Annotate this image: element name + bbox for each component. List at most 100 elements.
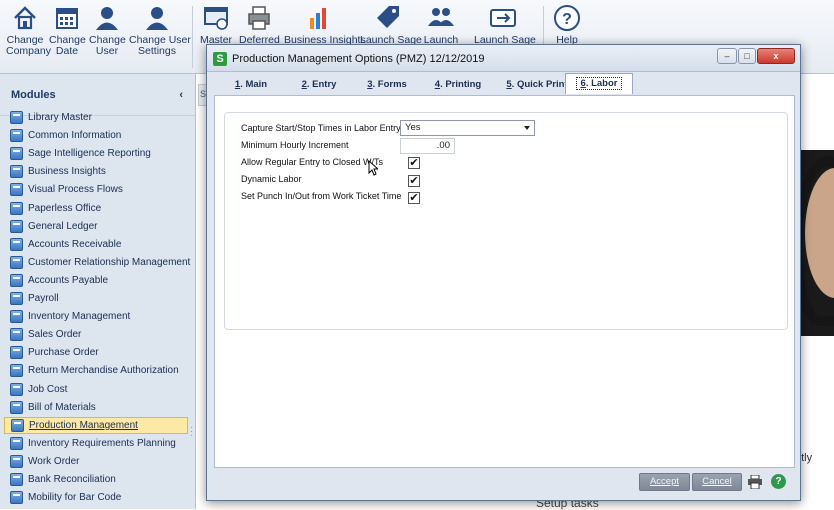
sidebar-item-label: Visual Process Flows [28,184,123,196]
help-button[interactable]: ? Help [551,4,583,46]
change-date-button[interactable]: Change Date [49,4,86,57]
sidebar-item-visual-process-flows[interactable]: Visual Process Flows [4,181,188,198]
tab-labor[interactable]: 6. Labor [565,73,633,94]
maximize-button[interactable]: □ [738,48,756,64]
module-icon [10,473,23,486]
sidebar-item-sage-intelligence-reporting[interactable]: Sage Intelligence Reporting [4,145,188,162]
module-icon [10,364,23,378]
accept-button[interactable]: Accept [639,473,690,491]
mouse-cursor-icon [368,159,380,179]
help-icon: ? [553,4,581,32]
sidebar-item-label: Accounts Payable [28,274,109,286]
sidebar-item-mobility-for-bar-code[interactable]: Mobility for Bar Code [4,489,188,506]
change-user-label-2: User [95,45,119,57]
production-management-options-dialog: S Production Management Options (PMZ) 12… [206,44,801,501]
print-icon[interactable] [747,474,763,490]
sidebar-item-accounts-payable[interactable]: Accounts Payable [4,272,188,289]
module-icon [10,382,23,396]
capture-times-value: Yes [405,122,421,133]
svg-text:?: ? [562,11,572,28]
tab-printing[interactable]: 4. Printing [427,75,489,94]
sidebar-item-label: General Ledger [28,220,98,232]
sidebar-item-label: Payroll [28,293,59,304]
sidebar-item-bank-reconciliation[interactable]: Bank Reconciliation [4,471,188,488]
calendar-icon [53,4,81,32]
minimize-button[interactable]: – [717,48,737,64]
splitter-grip-icon[interactable]: · · · [190,423,193,441]
sidebar-item-label: Work Order [28,455,80,467]
sidebar-item-label: Sales Order [28,329,82,341]
module-icon [10,292,23,305]
sidebar-item-bill-of-materials[interactable]: Bill of Materials [4,399,188,416]
sidebar-item-inventory-requirements-planning[interactable]: Inventory Requirements Planning [4,435,188,452]
close-button[interactable]: x [757,48,795,64]
tab-main[interactable]: 1. Main [223,75,279,94]
change-user-settings-label-2: Settings [138,45,176,57]
tab-entry[interactable]: 2. Entry [291,75,347,94]
help-icon[interactable]: ? [771,474,786,489]
module-icon [10,346,23,360]
change-date-label-2: Date [55,45,79,57]
chevron-down-icon[interactable] [524,126,530,130]
launch-sage-button[interactable]: Launch Sage [360,4,422,46]
business-insights-button[interactable]: Business Insights [284,4,366,46]
sidebar-item-work-order[interactable]: Work Order [4,453,188,470]
master-console-icon [202,4,230,32]
module-icon [10,310,23,324]
minimum-hourly-label: Minimum Hourly Increment [241,140,349,150]
dialog-titlebar[interactable]: S Production Management Options (PMZ) 12… [207,45,800,72]
allow-regular-entry-checkbox[interactable]: ✔ [408,157,420,169]
sidebar-item-accounts-receivable[interactable]: Accounts Receivable [4,236,188,253]
sidebar-item-common-information[interactable]: Common Information [4,127,188,144]
sidebar-item-label: Library Master [28,112,92,123]
sidebar-item-label: Accounts Receivable [28,238,122,250]
sidebar-item-production-management[interactable]: Production Management [4,416,188,434]
user-icon [93,4,121,32]
promo-photo [797,150,834,336]
module-icon [10,400,23,414]
module-icon [10,111,23,124]
sidebar-item-label: Bank Reconciliation [28,474,116,485]
sidebar-item-label: Inventory Management [28,311,131,323]
sidebar-item-paperless-office[interactable]: Paperless Office [4,200,188,217]
modules-title: Modules [11,88,56,101]
ribbon-divider [192,6,193,68]
change-user-settings-button[interactable]: Change User Settings [129,4,191,57]
sidebar-item-job-cost[interactable]: Job Cost [4,381,188,398]
module-icon [10,255,23,269]
deferred-button[interactable]: Deferred [239,4,280,46]
sidebar-item-inventory-management[interactable]: Inventory Management [4,308,188,325]
sidebar-item-general-ledger[interactable]: General Ledger [4,218,188,235]
labor-options-group: Capture Start/Stop Times in Labor Entry … [224,112,788,330]
sidebar-item-business-insights[interactable]: Business Insights [4,163,188,180]
launch-button[interactable]: Launch [423,4,459,46]
sidebar-item-payroll[interactable]: Payroll [4,290,188,307]
minimum-hourly-input[interactable]: .00 [400,138,455,154]
punch-in-out-checkbox[interactable]: ✔ [408,192,420,204]
sidebar-item-label: Mobility for Bar Code [28,492,122,504]
collapse-sidebar-icon[interactable]: ‹ [179,89,183,101]
cancel-button[interactable]: Cancel [692,473,742,491]
sidebar-item-label: Common Information [28,130,122,142]
sidebar-item-return-merchandise-authorization[interactable]: Return Merchandise Authorization [4,362,188,379]
sidebar-item-purchase-order[interactable]: Purchase Order [4,344,188,361]
sidebar-item-label: Inventory Requirements Planning [28,437,176,449]
printer-icon [245,4,273,32]
sidebar-item-library-master[interactable]: Library Master [4,109,188,126]
dialog-footer: Accept Cancel ? [207,469,800,500]
module-icon [10,491,23,505]
change-company-button[interactable]: Change Company [6,4,51,57]
sidebar-item-label: Customer Relationship Management [28,256,191,268]
sidebar-item-sales-order[interactable]: Sales Order [4,326,188,343]
module-icon [10,165,23,179]
capture-times-select[interactable]: Yes [400,120,535,136]
people-icon [427,4,455,32]
dynamic-labor-checkbox[interactable]: ✔ [408,175,420,187]
tab-forms[interactable]: 3. Forms [359,75,415,94]
module-icon [10,129,23,143]
launch-sage-contact-button[interactable]: Launch Sage [474,4,536,46]
sidebar-item-customer-relationship-management[interactable]: Customer Relationship Management [4,254,191,271]
master-console-button[interactable]: Master [199,4,233,46]
change-company-label-2: Company [6,45,51,57]
change-user-button[interactable]: Change User [89,4,126,57]
